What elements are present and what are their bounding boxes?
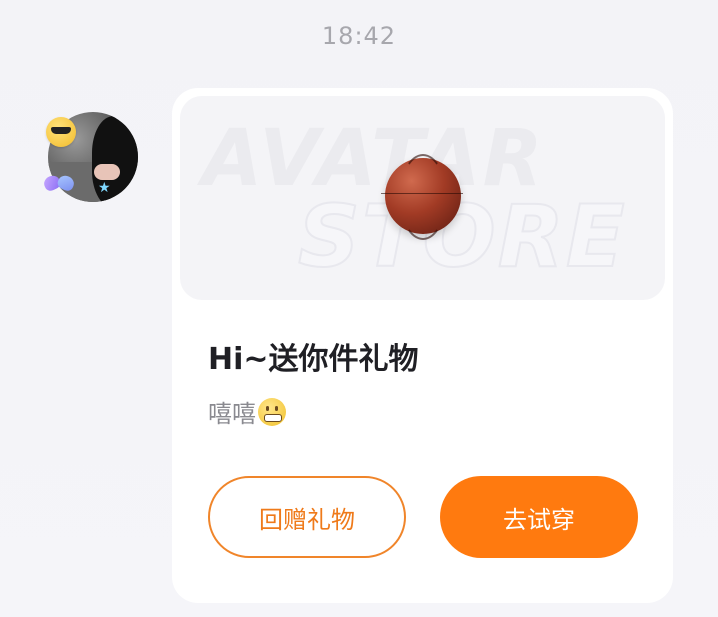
gift-banner: AVATAR STORE [180,96,665,300]
gift-message-text: 嘻嘻 [208,400,256,428]
try-on-button[interactable]: 去试穿 [440,476,638,558]
grimacing-face-icon [258,397,286,426]
sunglasses-emoji-icon [46,117,76,147]
avatar-photo-hand [94,164,120,180]
basketball-icon [381,154,463,240]
message-timestamp: 18:42 [321,22,397,50]
gift-message: 嘻嘻 [208,394,286,429]
bow-icon [41,172,78,198]
star-icon: ★ [98,180,111,196]
gift-title: Hi~送你件礼物 [208,342,419,377]
return-gift-button[interactable]: 回赠礼物 [208,476,406,558]
banner-watermark-store: STORE [297,187,627,287]
chat-screen: 18:42 ★ AVATAR STORE Hi~送你件礼物 嘻嘻 回赠礼物 去试… [0,0,718,617]
gift-message-card[interactable]: AVATAR STORE Hi~送你件礼物 嘻嘻 回赠礼物 去试穿 [172,88,673,603]
